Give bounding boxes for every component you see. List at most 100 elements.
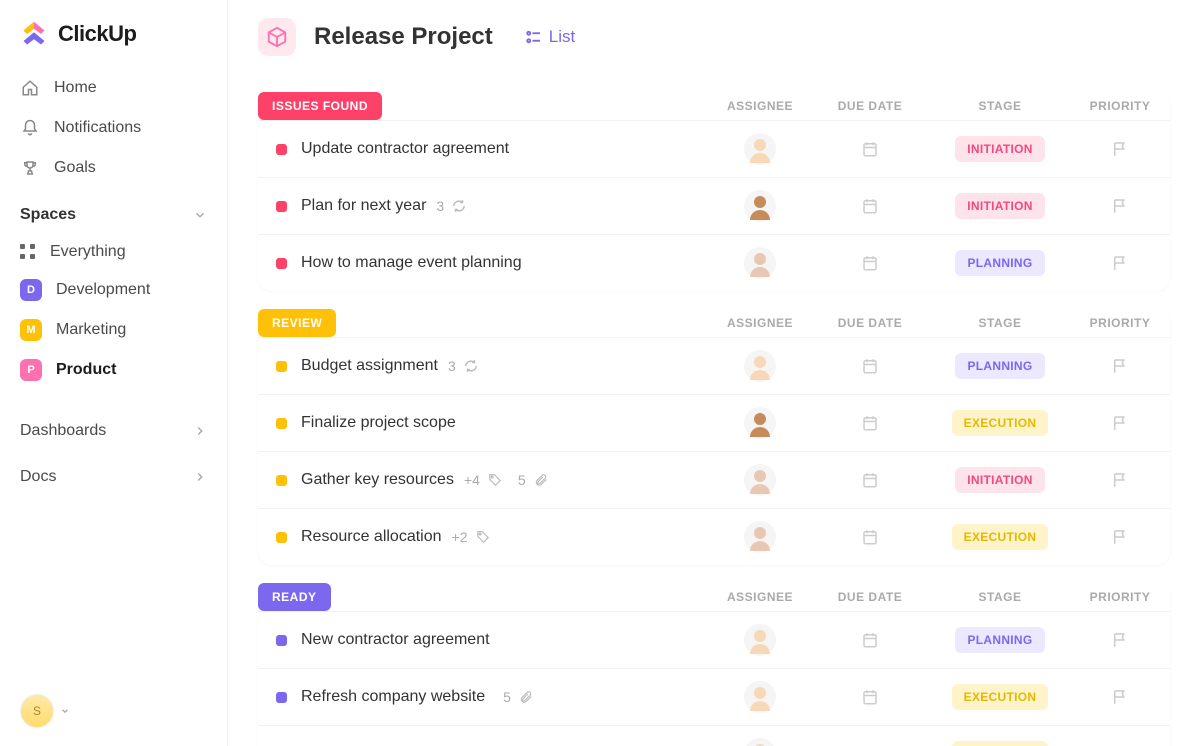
assignee-cell[interactable] — [710, 190, 810, 222]
priority-cell[interactable] — [1070, 471, 1170, 489]
col-due: DUE DATE — [810, 590, 930, 604]
logo[interactable]: ClickUp — [0, 20, 227, 68]
stage-cell[interactable]: INITIATION — [930, 136, 1070, 162]
stage-cell[interactable]: PLANNING — [930, 250, 1070, 276]
status-square[interactable] — [276, 418, 287, 429]
col-due: DUE DATE — [810, 99, 930, 113]
section-label: Dashboards — [20, 422, 106, 440]
due-date-cell[interactable] — [810, 197, 930, 215]
nav-home[interactable]: Home — [0, 68, 227, 108]
col-priority: PRIORITY — [1070, 316, 1170, 330]
space-everything[interactable]: Everything — [0, 234, 227, 270]
home-icon — [20, 78, 40, 98]
grid-icon — [20, 244, 36, 260]
nav-label: Goals — [54, 159, 96, 177]
nav-notifications[interactable]: Notifications — [0, 108, 227, 148]
space-product[interactable]: PProduct — [0, 350, 227, 390]
status-square[interactable] — [276, 475, 287, 486]
priority-cell[interactable] — [1070, 357, 1170, 375]
due-date-cell[interactable] — [810, 688, 930, 706]
view-tab-list[interactable]: List — [511, 27, 575, 47]
task-row[interactable]: Update contractor agreement INITIATION — [258, 120, 1170, 177]
stage-cell[interactable]: INITIATION — [930, 467, 1070, 493]
priority-cell[interactable] — [1070, 631, 1170, 649]
avatar — [744, 190, 776, 222]
task-title: Update contractor agreement — [301, 140, 509, 158]
status-square[interactable] — [276, 361, 287, 372]
space-marketing[interactable]: MMarketing — [0, 310, 227, 350]
stage-cell[interactable]: PLANNING — [930, 627, 1070, 653]
status-badge[interactable]: ISSUES FOUND — [258, 92, 382, 120]
stage-cell[interactable]: EXECUTION — [930, 684, 1070, 710]
task-row[interactable]: Finalize project scopeEXECUTION — [258, 394, 1170, 451]
priority-cell[interactable] — [1070, 197, 1170, 215]
due-date-cell[interactable] — [810, 414, 930, 432]
user-menu[interactable]: S — [20, 694, 70, 728]
task-row[interactable]: New contractor agreement PLANNING — [258, 611, 1170, 668]
stage-cell[interactable]: PLANNING — [930, 353, 1070, 379]
clickup-logo-icon — [20, 20, 48, 48]
calendar-icon — [861, 528, 879, 546]
stage-cell[interactable]: EXECUTION — [930, 410, 1070, 436]
task-row[interactable]: Plan for next year3INITIATION — [258, 177, 1170, 234]
flag-icon — [1111, 254, 1129, 272]
task-title: New contractor agreement — [301, 631, 490, 649]
avatar — [744, 624, 776, 656]
assignee-cell[interactable] — [710, 464, 810, 496]
status-square[interactable] — [276, 692, 287, 703]
stage-cell[interactable]: INITIATION — [930, 193, 1070, 219]
priority-cell[interactable] — [1070, 528, 1170, 546]
assignee-cell[interactable] — [710, 350, 810, 382]
status-badge[interactable]: REVIEW — [258, 309, 336, 337]
task-row[interactable]: How to manage event planningPLANNING — [258, 234, 1170, 291]
task-group: READYASSIGNEEDUE DATESTAGEPRIORITYNew co… — [258, 583, 1170, 746]
col-priority: PRIORITY — [1070, 590, 1170, 604]
task-title: Budget assignment — [301, 357, 438, 375]
task-row[interactable]: Resource allocation+2EXECUTION — [258, 508, 1170, 565]
spaces-label: Spaces — [20, 206, 76, 224]
due-date-cell[interactable] — [810, 140, 930, 158]
status-square[interactable] — [276, 635, 287, 646]
status-square[interactable] — [276, 532, 287, 543]
calendar-icon — [861, 140, 879, 158]
assignee-cell[interactable] — [710, 624, 810, 656]
assignee-cell[interactable] — [710, 133, 810, 165]
stage-cell[interactable]: EXECUTION — [930, 524, 1070, 550]
stage-cell[interactable]: EXECUTION — [930, 741, 1070, 746]
task-row[interactable]: Gather key resources+45INITIATION — [258, 451, 1170, 508]
status-badge[interactable]: READY — [258, 583, 331, 611]
spaces-header[interactable]: Spaces — [0, 188, 227, 234]
section-dashboards[interactable]: Dashboards — [0, 408, 227, 454]
space-development[interactable]: DDevelopment — [0, 270, 227, 310]
task-row[interactable]: Update key objectives5EXECUTION — [258, 725, 1170, 746]
nav-goals[interactable]: Goals — [0, 148, 227, 188]
flag-icon — [1111, 197, 1129, 215]
due-date-cell[interactable] — [810, 631, 930, 649]
due-date-cell[interactable] — [810, 528, 930, 546]
attachment-icon — [519, 690, 533, 704]
stage-pill: PLANNING — [955, 250, 1044, 276]
priority-cell[interactable] — [1070, 140, 1170, 158]
due-date-cell[interactable] — [810, 471, 930, 489]
stage-pill: EXECUTION — [952, 410, 1049, 436]
avatar — [744, 247, 776, 279]
priority-cell[interactable] — [1070, 414, 1170, 432]
assignee-cell[interactable] — [710, 407, 810, 439]
status-square[interactable] — [276, 258, 287, 269]
due-date-cell[interactable] — [810, 357, 930, 375]
priority-cell[interactable] — [1070, 688, 1170, 706]
task-row[interactable]: Refresh company website5EXECUTION — [258, 668, 1170, 725]
assignee-cell[interactable] — [710, 521, 810, 553]
priority-cell[interactable] — [1070, 254, 1170, 272]
assignee-cell[interactable] — [710, 681, 810, 713]
status-square[interactable] — [276, 144, 287, 155]
assignee-cell[interactable] — [710, 247, 810, 279]
task-title: Plan for next year — [301, 197, 426, 215]
section-docs[interactable]: Docs — [0, 454, 227, 500]
flag-icon — [1111, 631, 1129, 649]
due-date-cell[interactable] — [810, 254, 930, 272]
flag-icon — [1111, 528, 1129, 546]
task-row[interactable]: Budget assignment3PLANNING — [258, 337, 1170, 394]
assignee-cell[interactable] — [710, 738, 810, 746]
status-square[interactable] — [276, 201, 287, 212]
